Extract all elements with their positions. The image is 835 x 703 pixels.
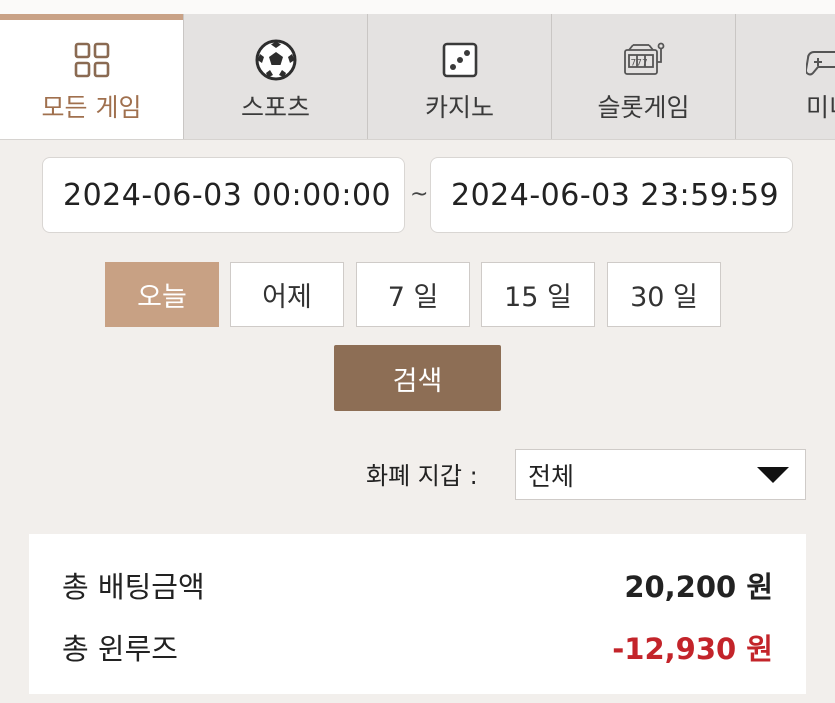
- gamepad-icon: [806, 38, 835, 82]
- grid-icon: [72, 38, 112, 82]
- svg-text:777: 777: [630, 59, 647, 69]
- tab-label: 미니: [806, 93, 835, 122]
- 30-days-button[interactable]: 30 일: [607, 262, 721, 327]
- search-button[interactable]: 검색: [334, 345, 501, 411]
- total-winloss-row: 총 윈루즈 -12,930 원: [62, 626, 773, 668]
- top-strip: [0, 0, 835, 14]
- tab-label: 스포츠: [240, 93, 310, 122]
- wallet-label: 화폐 지갑 :: [366, 462, 478, 490]
- chevron-down-icon: [757, 466, 789, 483]
- tab-label: 카지노: [424, 93, 494, 122]
- 15-days-button[interactable]: 15 일: [481, 262, 595, 327]
- total-bet-label: 총 배팅금액: [62, 570, 205, 604]
- dice-icon: [441, 38, 479, 82]
- tab-casino[interactable]: 카지노: [368, 14, 552, 139]
- end-date-input[interactable]: 2024-06-03 23:59:59: [430, 157, 793, 233]
- tab-all-games[interactable]: 모든 게임: [0, 14, 184, 139]
- wallet-selected-value: 전체: [528, 461, 575, 491]
- wallet-select[interactable]: 전체: [515, 449, 806, 500]
- today-button[interactable]: 오늘: [105, 262, 219, 327]
- 7-days-button[interactable]: 7 일: [356, 262, 470, 327]
- tab-label: 슬롯게임: [597, 93, 690, 122]
- yesterday-button[interactable]: 어제: [230, 262, 344, 327]
- tab-sports[interactable]: 스포츠: [184, 14, 368, 139]
- total-winloss-value: -12,930 원: [612, 632, 773, 666]
- game-category-tabs: 모든 게임 스포츠 카지노 777 슬롯게임 미: [0, 14, 835, 140]
- soccer-ball-icon: [254, 38, 298, 82]
- start-date-input[interactable]: 2024-06-03 00:00:00: [42, 157, 405, 233]
- tab-mini[interactable]: 미니: [736, 14, 835, 139]
- betting-summary-panel: 총 배팅금액 20,200 원 총 윈루즈 -12,930 원: [29, 534, 806, 694]
- tab-slot-games[interactable]: 777 슬롯게임: [552, 14, 736, 139]
- slot-machine-icon: 777: [621, 38, 667, 82]
- total-bet-row: 총 배팅금액 20,200 원: [62, 564, 773, 606]
- date-range-separator: ~: [410, 182, 429, 207]
- total-winloss-label: 총 윈루즈: [62, 632, 178, 666]
- total-bet-value: 20,200 원: [624, 570, 773, 604]
- tab-label: 모든 게임: [41, 93, 142, 122]
